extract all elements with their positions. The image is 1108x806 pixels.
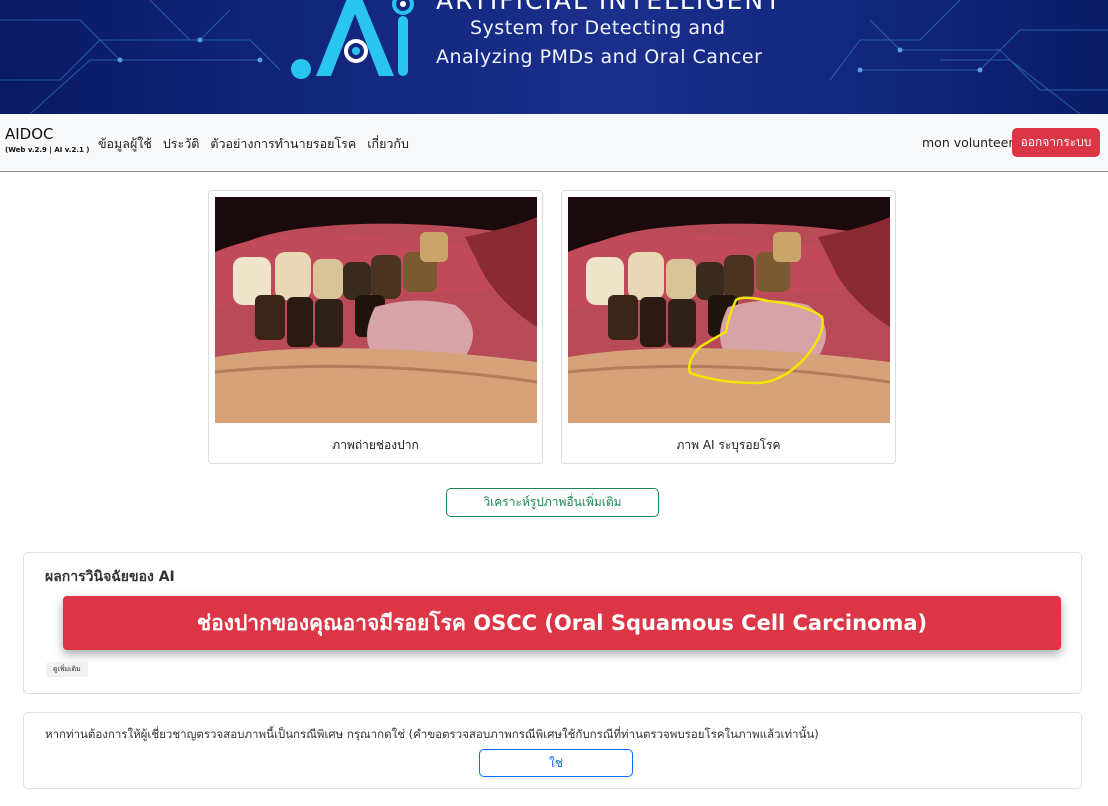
brand-name[interactable]: AIDOC (5, 125, 54, 143)
nav-link-about[interactable]: เกี่ยวกับ (367, 134, 409, 154)
original-image-card: ภาพถ่ายช่องปาก (208, 190, 543, 464)
banner-subtitle-line1: System for Detecting and (470, 17, 726, 39)
banner-subtitle-line2: Analyzing PMDs and Oral Cancer (436, 46, 763, 68)
yes-button[interactable]: ใช่ (479, 749, 633, 777)
ai-result-card: ผลการวินิจฉัยของ AI ช่องปากของคุณอาจมีรอ… (23, 552, 1082, 694)
analyze-more-button[interactable]: วิเคราะห์รูปภาพอื่นเพิ่มเติม (446, 488, 659, 517)
nav-link-prediction-examples[interactable]: ตัวอย่างการทำนายรอยโรค (210, 134, 356, 154)
header-banner: ARTIFICIAL INTELLIGENT System for Detect… (0, 0, 1108, 114)
ai-image-caption: ภาพ AI ระบุรอยโรค (676, 438, 781, 452)
logout-button[interactable]: ออกจากระบบ (1012, 128, 1100, 157)
version-label: (Web v.2.9 | AI v.2.1 ) (5, 146, 90, 154)
ai-annotated-image (568, 197, 890, 423)
expert-review-prompt: หากท่านต้องการให้ผู้เชี่ยวชาญตรวจสอบภาพน… (45, 727, 819, 741)
ai-logo (291, 0, 414, 79)
diagnosis-text: ช่องปากของคุณอาจมีรอยโรค OSCC (Oral Squa… (196, 610, 928, 635)
result-title: ผลการวินิจฉัยของ AI (45, 569, 175, 585)
nav-link-user-info[interactable]: ข้อมูลผู้ใช้ (98, 134, 152, 154)
user-name: mon volunteer (922, 135, 1014, 150)
expert-review-card: หากท่านต้องการให้ผู้เชี่ยวชาญตรวจสอบภาพน… (23, 712, 1082, 789)
nav-link-history[interactable]: ประวัติ (163, 134, 200, 154)
diagnosis-alert: ช่องปากของคุณอาจมีรอยโรค OSCC (Oral Squa… (63, 596, 1061, 650)
see-more-button[interactable]: ดูเพิ่มเติม (46, 662, 88, 677)
nav-links: ข้อมูลผู้ใช้ ประวัติ ตัวอย่างการทำนายรอย… (98, 134, 409, 154)
banner-title: ARTIFICIAL INTELLIGENT (436, 0, 783, 15)
navbar: AIDOC (Web v.2.9 | AI v.2.1 ) ข้อมูลผู้ใ… (0, 114, 1108, 172)
oral-photo-image (215, 197, 537, 423)
original-image-caption: ภาพถ่ายช่องปาก (332, 438, 419, 452)
ai-image-card: ภาพ AI ระบุรอยโรค (561, 190, 896, 464)
